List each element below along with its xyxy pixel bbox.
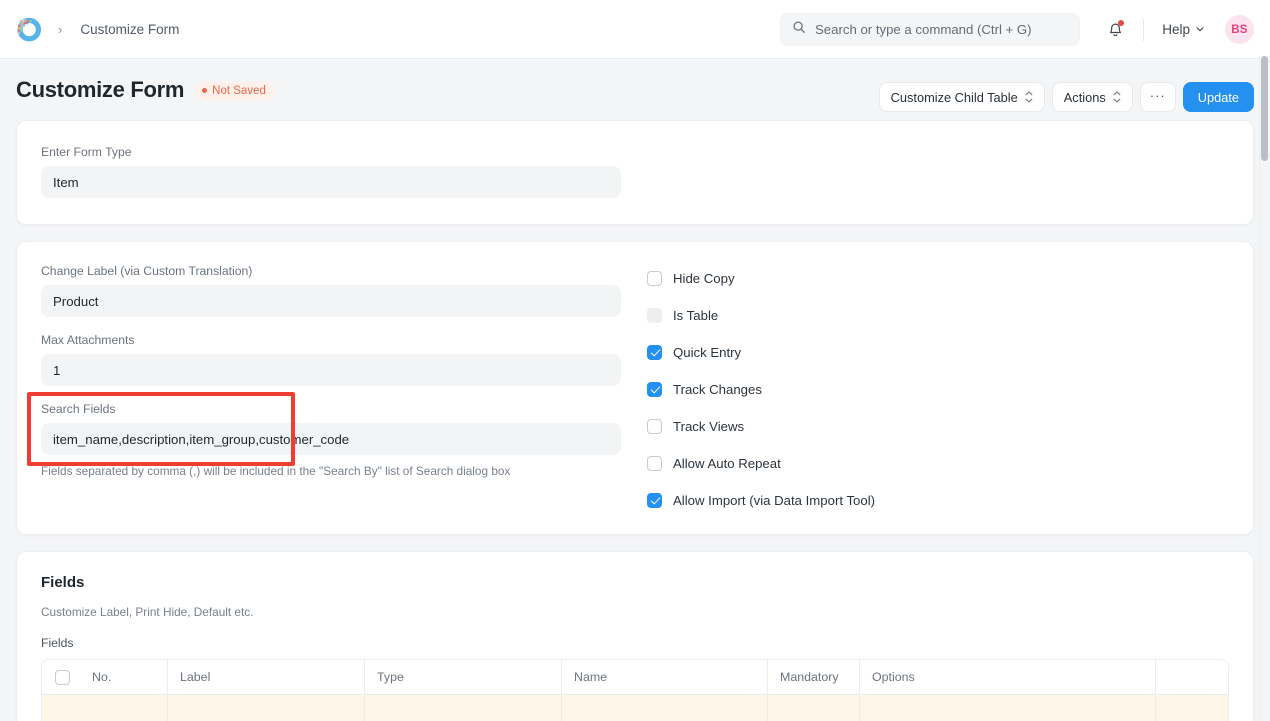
brand-breadcrumb-group: › Customize Form: [14, 15, 179, 43]
table-row[interactable]: [42, 695, 1228, 721]
more-menu-button[interactable]: ···: [1140, 82, 1176, 112]
fields-section-subtitle: Customize Label, Print Hide, Default etc…: [41, 605, 1229, 619]
max-attachments-label: Max Attachments: [41, 333, 621, 347]
help-dropdown[interactable]: Help: [1156, 18, 1211, 41]
user-avatar[interactable]: BS: [1225, 15, 1254, 44]
settings-right-column: Hide Copy Is Table Quick Entry Track Cha…: [621, 242, 1253, 534]
status-badge: Not Saved: [195, 82, 275, 100]
search-fields-input[interactable]: item_name,description,item_group,custome…: [41, 423, 621, 455]
allow-import-checkbox[interactable]: [647, 493, 662, 508]
checkbox-row-track-views[interactable]: Track Views: [647, 414, 1229, 438]
enter-form-type-input[interactable]: Item: [41, 166, 621, 198]
allow-auto-repeat-checkbox[interactable]: [647, 456, 662, 471]
column-header-mandatory[interactable]: Mandatory: [768, 660, 860, 695]
global-search-container: Search or type a command (Ctrl + G): [780, 13, 1080, 46]
track-changes-label: Track Changes: [673, 382, 762, 397]
row-cell-type[interactable]: [365, 695, 562, 721]
column-header-actions: [1156, 660, 1228, 695]
change-label-input[interactable]: Product: [41, 285, 621, 317]
navbar-right-group: Help BS: [1099, 0, 1254, 59]
select-all-header-cell: [42, 660, 88, 695]
page-actions-group: Customize Child Table Actions ··· Update: [879, 82, 1254, 112]
hide-copy-label: Hide Copy: [673, 271, 735, 286]
top-navbar: › Customize Form Search or type a comman…: [0, 0, 1270, 59]
quick-entry-label: Quick Entry: [673, 345, 741, 360]
fields-grid-label: Fields: [41, 636, 1229, 650]
search-input[interactable]: Search or type a command (Ctrl + G): [780, 13, 1080, 46]
quick-entry-checkbox[interactable]: [647, 345, 662, 360]
row-cell-no: [42, 695, 168, 721]
fields-grid-header: No. Label Type Name Mandatory Options: [42, 660, 1228, 695]
checkbox-row-is-table: Is Table: [647, 303, 1229, 327]
search-icon: [792, 20, 806, 39]
notifications-button[interactable]: [1099, 14, 1131, 46]
checkbox-row-track-changes[interactable]: Track Changes: [647, 377, 1229, 401]
customize-child-table-button[interactable]: Customize Child Table: [879, 82, 1045, 112]
settings-card: Change Label (via Custom Translation) Pr…: [16, 241, 1254, 535]
search-fields-label: Search Fields: [41, 402, 621, 416]
chevron-down-icon: [1195, 22, 1205, 37]
enter-form-type-label: Enter Form Type: [41, 145, 1229, 159]
hide-copy-checkbox[interactable]: [647, 271, 662, 286]
page-title: Customize Form: [16, 77, 184, 103]
max-attachments-input[interactable]: 1: [41, 354, 621, 386]
checkbox-row-quick-entry[interactable]: Quick Entry: [647, 340, 1229, 364]
breadcrumb-chevron-icon: ›: [58, 22, 62, 37]
row-cell-name[interactable]: [562, 695, 768, 721]
ellipsis-icon: ···: [1150, 89, 1166, 102]
row-cell-label[interactable]: [168, 695, 365, 721]
form-type-card: Enter Form Type Item: [16, 120, 1254, 225]
fields-grid: No. Label Type Name Mandatory Options: [41, 659, 1229, 721]
column-header-type[interactable]: Type: [365, 660, 562, 695]
settings-columns: Change Label (via Custom Translation) Pr…: [17, 242, 1253, 534]
column-header-options[interactable]: Options: [860, 660, 1156, 695]
form-type-card-body: Enter Form Type Item: [17, 121, 1253, 224]
checkbox-row-hide-copy[interactable]: Hide Copy: [647, 266, 1229, 290]
track-views-label: Track Views: [673, 419, 744, 434]
track-changes-checkbox[interactable]: [647, 382, 662, 397]
fields-card: Fields Customize Label, Print Hide, Defa…: [16, 551, 1254, 721]
checkbox-row-allow-import[interactable]: Allow Import (via Data Import Tool): [647, 488, 1229, 512]
fields-card-body: Fields Customize Label, Print Hide, Defa…: [17, 552, 1253, 721]
max-attachments-field: Max Attachments 1: [41, 333, 621, 386]
status-badge-label: Not Saved: [212, 85, 266, 97]
scrollbar-thumb[interactable]: [1261, 56, 1268, 161]
row-cell-mandatory[interactable]: [768, 695, 860, 721]
column-header-name[interactable]: Name: [562, 660, 768, 695]
settings-left-column: Change Label (via Custom Translation) Pr…: [17, 242, 621, 534]
column-header-label[interactable]: Label: [168, 660, 365, 695]
column-header-no[interactable]: No.: [88, 660, 168, 695]
search-placeholder: Search or type a command (Ctrl + G): [815, 22, 1032, 37]
help-label: Help: [1162, 22, 1190, 37]
actions-label: Actions: [1064, 90, 1106, 105]
change-label-field: Change Label (via Custom Translation) Pr…: [41, 264, 621, 317]
checkbox-row-allow-auto-repeat[interactable]: Allow Auto Repeat: [647, 451, 1229, 475]
row-cell-actions: [1156, 695, 1228, 721]
search-fields-field: Search Fields item_name,description,item…: [41, 402, 621, 480]
allow-auto-repeat-label: Allow Auto Repeat: [673, 456, 781, 471]
update-button[interactable]: Update: [1183, 82, 1254, 112]
row-cell-options[interactable]: [860, 695, 1156, 721]
enter-form-type-field: Enter Form Type Item: [41, 145, 1229, 198]
navbar-divider: [1143, 19, 1144, 41]
fields-section-title: Fields: [41, 574, 1229, 591]
select-all-checkbox[interactable]: [55, 670, 70, 685]
up-down-chevron-icon: [1025, 91, 1033, 103]
notification-badge-dot: [1118, 20, 1124, 26]
up-down-chevron-icon: [1113, 91, 1121, 103]
search-fields-help-text: Fields separated by comma (,) will be in…: [41, 463, 621, 480]
track-views-checkbox[interactable]: [647, 419, 662, 434]
customize-child-table-label: Customize Child Table: [891, 90, 1018, 105]
status-dot-icon: [202, 88, 207, 93]
page-content: Enter Form Type Item Change Label (via C…: [0, 120, 1270, 721]
breadcrumb-customize-form[interactable]: Customize Form: [80, 22, 179, 37]
allow-import-label: Allow Import (via Data Import Tool): [673, 493, 875, 508]
frappe-logo-icon[interactable]: [14, 15, 42, 43]
actions-button[interactable]: Actions: [1052, 82, 1133, 112]
is-table-checkbox: [647, 308, 662, 323]
is-table-label: Is Table: [673, 308, 718, 323]
change-label-label: Change Label (via Custom Translation): [41, 264, 621, 278]
